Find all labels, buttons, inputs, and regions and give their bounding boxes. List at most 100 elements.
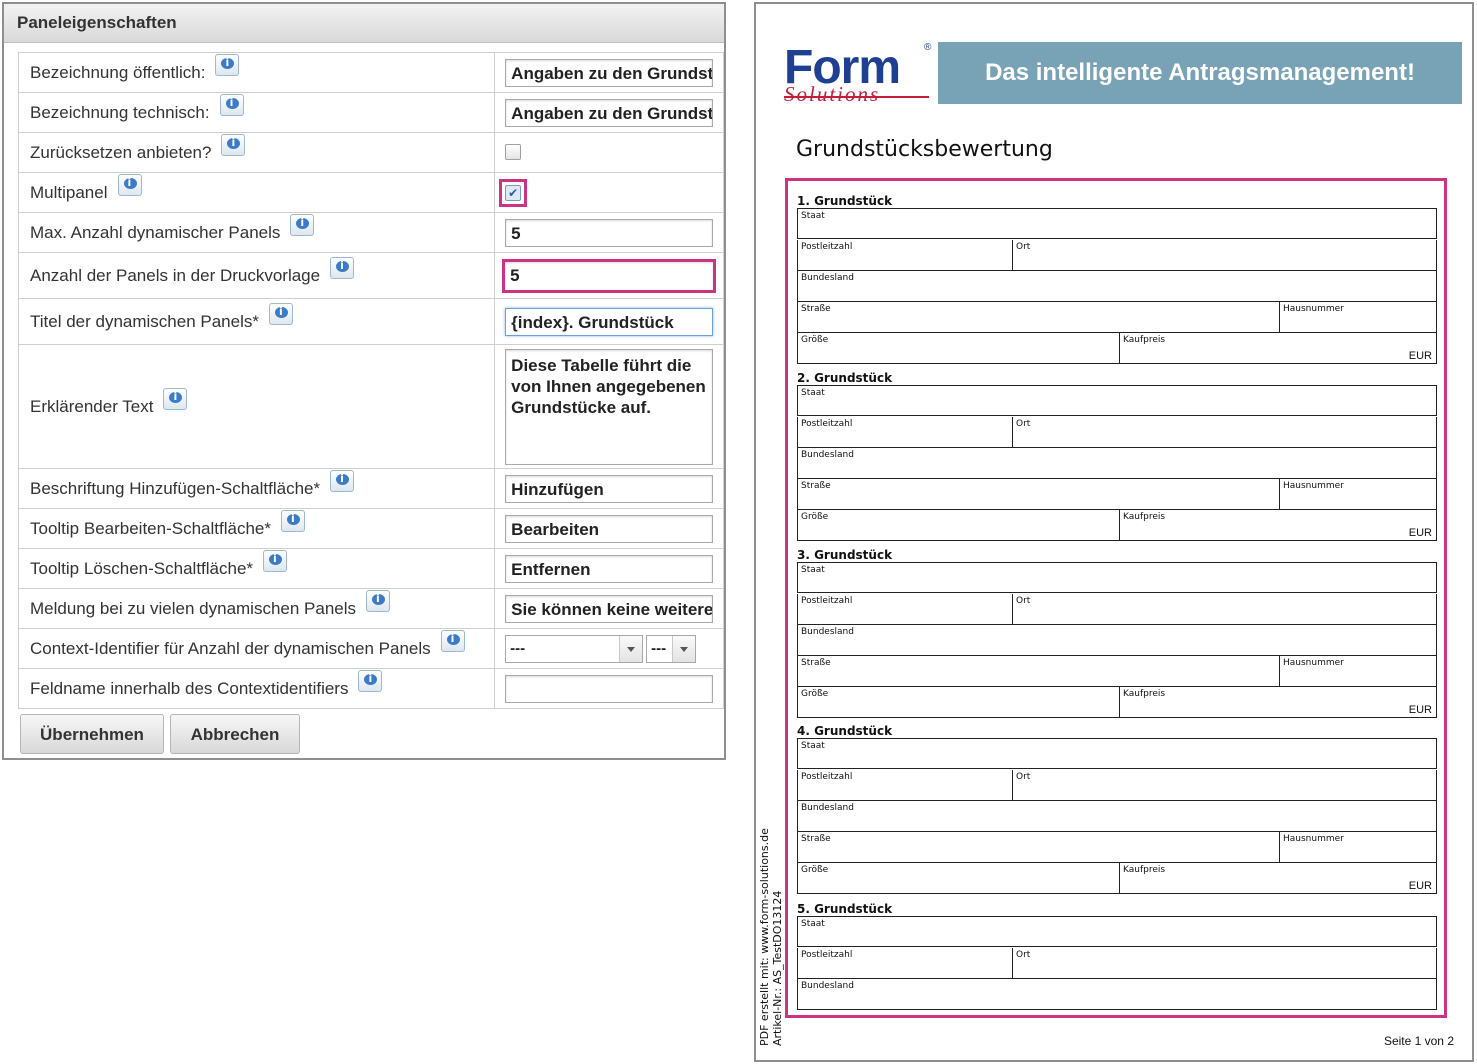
field-label: Ort bbox=[1016, 242, 1031, 252]
document-title: Grundstücksbewertung bbox=[796, 137, 1053, 162]
field-label: Bundesland bbox=[801, 981, 854, 991]
form-field: Ort bbox=[1012, 594, 1438, 624]
label-explanatory-text: Erklärender Text bbox=[30, 396, 154, 416]
form-field: Straße bbox=[798, 479, 1279, 509]
table-row: Context-Identifier für Anzahl der dynami… bbox=[17, 628, 724, 669]
info-icon[interactable] bbox=[330, 469, 355, 492]
info-icon[interactable] bbox=[330, 256, 355, 279]
section-title: 3. Grundstück bbox=[797, 548, 893, 562]
label-dynamic-title: Titel der dynamischen Panels* bbox=[30, 311, 259, 331]
form-row: Bundesland bbox=[797, 979, 1437, 1010]
technical-name-input[interactable]: Angaben zu den Grundstücken bbox=[505, 98, 714, 127]
form-field: Bundesland bbox=[798, 271, 1438, 301]
form-field: Staat bbox=[798, 739, 1438, 769]
pdf-creator-note: PDF erstellt mit: www.form-solutions.de bbox=[758, 828, 771, 1046]
field-label: Ort bbox=[1016, 772, 1031, 782]
add-caption-input[interactable]: Hinzufügen bbox=[505, 474, 714, 503]
form-solutions-logo: Form ® Solutions bbox=[784, 41, 934, 108]
form-row: Größe Kaufpreis EUR bbox=[797, 687, 1437, 718]
logo-registered-mark: ® bbox=[924, 42, 932, 53]
multipanel-checkbox[interactable] bbox=[505, 184, 522, 201]
table-row: Titel der dynamischen Panels* {index}. G… bbox=[17, 298, 724, 345]
public-name-input[interactable]: Angaben zu den Grundstücken bbox=[505, 58, 714, 87]
field-label: Straße bbox=[801, 481, 831, 491]
form-field: Bundesland bbox=[798, 625, 1438, 655]
context-field-select[interactable]: --- bbox=[646, 634, 697, 663]
info-icon[interactable] bbox=[290, 213, 315, 236]
section-title: 1. Grundstück bbox=[797, 194, 893, 208]
field-label: Ort bbox=[1016, 950, 1031, 960]
info-icon[interactable] bbox=[358, 669, 383, 692]
form-row: Postleitzahl Ort bbox=[797, 417, 1437, 448]
label-delete-tooltip: Tooltip Löschen-Schaltfläche* bbox=[30, 558, 254, 578]
field-label: Ort bbox=[1016, 596, 1031, 606]
chevron-down-icon[interactable] bbox=[619, 635, 643, 662]
info-icon[interactable] bbox=[263, 549, 288, 572]
section-title: 5. Grundstück bbox=[797, 902, 893, 916]
footer-vertical-text: PDF erstellt mit: www.form-solutions.de … bbox=[758, 828, 784, 1046]
edit-tooltip-input[interactable]: Bearbeiten bbox=[505, 514, 714, 543]
field-label: Straße bbox=[801, 658, 831, 668]
field-name-input[interactable] bbox=[505, 674, 714, 703]
field-label: Postleitzahl bbox=[801, 596, 853, 606]
info-icon[interactable] bbox=[221, 133, 246, 156]
offer-reset-checkbox[interactable] bbox=[505, 144, 522, 161]
field-label: Kaufpreis bbox=[1123, 689, 1166, 699]
info-icon[interactable] bbox=[440, 629, 465, 652]
cancel-button[interactable]: Abbrechen bbox=[170, 714, 300, 754]
form-field: Postleitzahl bbox=[798, 417, 1012, 447]
max-panels-input[interactable]: 5 bbox=[505, 218, 714, 247]
form-field: Bundesland bbox=[798, 448, 1438, 478]
table-row: Zurücksetzen anbieten? bbox=[17, 132, 724, 173]
form-field: Ort bbox=[1012, 948, 1438, 978]
form-field: Staat bbox=[798, 386, 1438, 416]
explanatory-text-area[interactable]: Diese Tabelle führt die von Ihnen angege… bbox=[505, 348, 714, 465]
info-icon[interactable] bbox=[117, 173, 142, 196]
form-row: Bundesland bbox=[797, 801, 1437, 832]
info-icon[interactable] bbox=[366, 589, 391, 612]
delete-tooltip-input[interactable]: Entfernen bbox=[505, 554, 714, 583]
too-many-message-input[interactable]: Sie können keine weiteren bbox=[505, 594, 714, 623]
logo-sub-text: Solutions bbox=[784, 82, 881, 106]
form-field: Postleitzahl bbox=[798, 948, 1012, 978]
form-field: Ort bbox=[1012, 417, 1438, 447]
chevron-down-icon[interactable] bbox=[672, 635, 696, 662]
form-field: Staat bbox=[798, 209, 1438, 239]
apply-button[interactable]: Übernehmen bbox=[20, 714, 164, 754]
table-row: Anzahl der Panels in der Druckvorlage 5 bbox=[17, 252, 724, 299]
field-label: Bundesland bbox=[801, 450, 854, 460]
form-field: Straße bbox=[798, 302, 1279, 332]
currency-label: EUR bbox=[1408, 350, 1432, 362]
label-public-name: Bezeichnung öffentlich: bbox=[30, 62, 206, 82]
field-label: Hausnummer bbox=[1283, 834, 1344, 844]
section-title: 4. Grundstück bbox=[797, 724, 893, 738]
info-icon[interactable] bbox=[280, 509, 305, 532]
form-field: Kaufpreis EUR bbox=[1119, 333, 1438, 363]
label-edit-tooltip: Tooltip Bearbeiten-Schaltfläche* bbox=[30, 518, 271, 538]
form-field: Größe bbox=[798, 863, 1119, 893]
form-row: Bundesland bbox=[797, 448, 1437, 479]
field-label: Größe bbox=[801, 335, 829, 345]
dynamic-title-input[interactable]: {index}. Grundstück bbox=[505, 307, 714, 336]
context-identifier-select[interactable]: --- bbox=[505, 634, 644, 663]
field-label: Kaufpreis bbox=[1123, 335, 1166, 345]
info-icon[interactable] bbox=[269, 302, 293, 325]
properties-table: Bezeichnung öffentlich: Angaben zu den G… bbox=[17, 52, 724, 709]
field-label: Postleitzahl bbox=[801, 419, 853, 429]
form-field: Staat bbox=[798, 917, 1438, 947]
info-icon[interactable] bbox=[219, 93, 244, 116]
info-icon[interactable] bbox=[215, 53, 240, 76]
print-panels-input[interactable]: 5 bbox=[502, 258, 717, 293]
field-label: Kaufpreis bbox=[1123, 865, 1166, 875]
table-row: Bezeichnung öffentlich: Angaben zu den G… bbox=[17, 52, 724, 93]
field-label: Staat bbox=[801, 741, 825, 751]
field-label: Ort bbox=[1016, 419, 1031, 429]
field-label: Größe bbox=[801, 689, 829, 699]
field-label: Staat bbox=[801, 565, 825, 575]
info-icon[interactable] bbox=[163, 387, 188, 410]
context-identifier-value: --- bbox=[510, 639, 526, 657]
form-row: Staat bbox=[797, 562, 1437, 593]
label-print-panels: Anzahl der Panels in der Druckvorlage bbox=[30, 265, 321, 285]
form-field: Bundesland bbox=[798, 801, 1438, 831]
table-row: Meldung bei zu vielen dynamischen Panels… bbox=[17, 588, 724, 629]
